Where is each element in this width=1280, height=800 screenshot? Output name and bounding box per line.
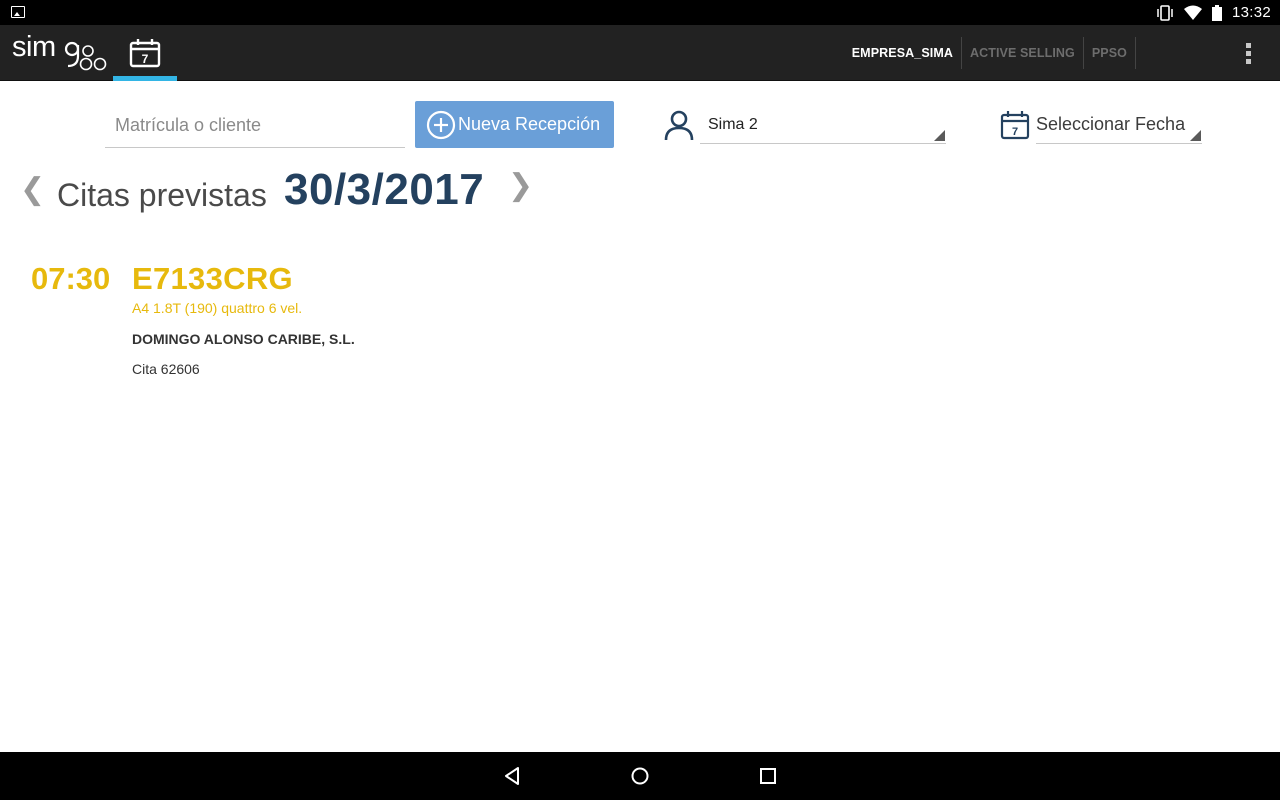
menu-item-active-selling[interactable]: ACTIVE SELLING (962, 25, 1083, 81)
add-circle-icon (426, 110, 456, 139)
simgo-logo: sim (12, 31, 107, 71)
appointment-plate: E7133CRG (132, 261, 293, 296)
new-reception-label: Nueva Recepción (458, 114, 601, 134)
overflow-menu-button[interactable] (1216, 25, 1280, 81)
appointment-item[interactable]: 07:30 E7133CRG A4 1.8T (190) quattro 6 v… (0, 256, 640, 396)
clock: 13:32 (1231, 4, 1271, 21)
wifi-icon (1183, 5, 1202, 20)
divider (1135, 37, 1136, 69)
home-icon[interactable] (628, 764, 652, 788)
previous-day-icon[interactable]: ❮ (20, 172, 45, 207)
date-picker-dropdown[interactable]: Seleccionar Fecha (1036, 106, 1202, 144)
recents-icon[interactable] (756, 764, 780, 788)
svg-text:7: 7 (1012, 126, 1018, 138)
svg-text:7: 7 (142, 52, 149, 66)
menu-item-empresa-sima[interactable]: EMPRESA_SIMA (844, 25, 961, 81)
menu-item-ppso[interactable]: PPSO (1084, 25, 1135, 81)
calendar-icon: 7 (1000, 111, 1030, 140)
image-notification-icon (11, 6, 25, 18)
vibrate-icon (1157, 4, 1173, 21)
action-bar: sim 7 EMPRESA_SIMA ACTIVE SELLING PPSO (0, 25, 1280, 81)
user-dropdown[interactable]: Sima 2 (700, 106, 946, 144)
appointment-time: 07:30 (31, 261, 111, 296)
search-input[interactable] (105, 104, 405, 148)
back-icon[interactable] (500, 764, 524, 788)
user-dropdown-value: Sima 2 (708, 115, 758, 133)
dropdown-arrow-icon (1190, 130, 1201, 141)
status-bar: 13:32 (0, 0, 1280, 25)
appointment-client: DOMINGO ALONSO CARIBE, S.L. (132, 331, 355, 347)
status-icons: 13:32 (1156, 0, 1271, 25)
selected-date: 30/3/2017 (284, 165, 485, 214)
new-reception-button[interactable]: Nueva Recepción (415, 101, 614, 148)
tab-calendar[interactable]: 7 (113, 25, 177, 81)
system-nav-bar (0, 752, 1280, 800)
overflow-menu-icon (1245, 42, 1251, 64)
appointment-id: Cita 62606 (132, 361, 200, 377)
action-bar-menu: EMPRESA_SIMA ACTIVE SELLING PPSO (844, 25, 1280, 81)
appointment-vehicle-model: A4 1.8T (190) quattro 6 vel. (132, 300, 303, 316)
date-picker-label: Seleccionar Fecha (1036, 114, 1186, 134)
svg-text:sim: sim (12, 31, 56, 63)
user-icon (664, 110, 694, 141)
next-day-icon[interactable]: ❯ (508, 168, 533, 203)
page-title: Citas previstas (57, 177, 267, 213)
tab-selected-indicator (113, 76, 177, 81)
calendar-icon: 7 (129, 39, 161, 68)
battery-icon (1211, 4, 1222, 21)
dropdown-arrow-icon (934, 130, 945, 141)
